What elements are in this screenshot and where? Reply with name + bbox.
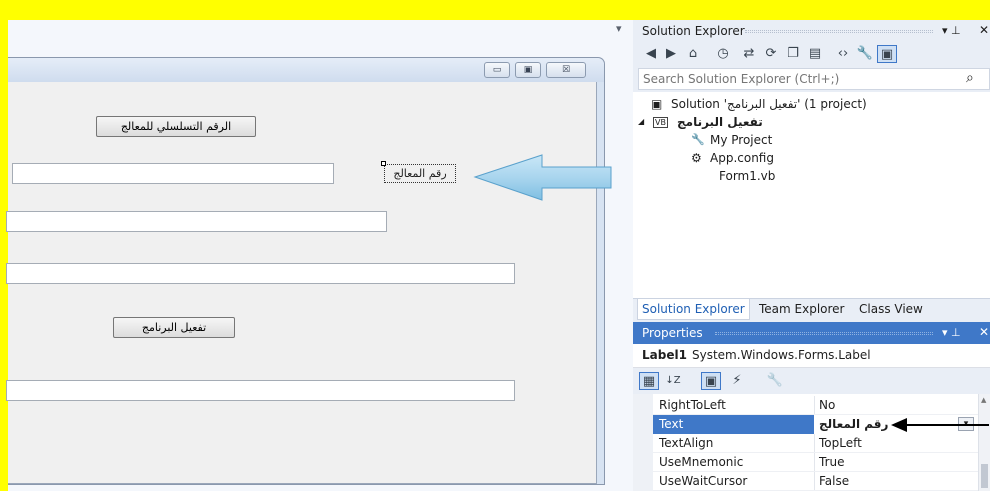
solution-explorer-title: Solution Explorer [642, 24, 745, 38]
property-value: رقم المعالج [819, 417, 889, 431]
property-pages-icon[interactable]: 🔧 [765, 372, 785, 390]
tree-node-label: My Project [710, 133, 773, 147]
form-designer-surface: ▾ ▭ ▣ ☒ الرقم التسلسلي للمعالج رقم المعا… [6, 20, 633, 491]
properties-titlebar: Properties ▾ ⊥ ✕ [633, 322, 990, 344]
property-row[interactable]: UseMnemonic True [633, 453, 978, 472]
events-icon[interactable]: ⚡ [727, 372, 747, 390]
textbox-4[interactable] [6, 380, 515, 401]
designer-tab-strip: ▾ [8, 20, 633, 40]
object-name: Label1 [642, 348, 687, 362]
refresh-icon[interactable]: ⟳ [761, 45, 781, 63]
tab-solution-explorer[interactable]: Solution Explorer [637, 299, 750, 320]
solution-explorer-titlebar: Solution Explorer ▾ ⊥ ✕ [633, 20, 990, 42]
serial-number-button[interactable]: الرقم التسلسلي للمعالج [96, 116, 256, 137]
config-file-icon: ⚙ [691, 151, 702, 165]
maximize-button[interactable]: ▣ [515, 62, 541, 78]
form1-client-area: الرقم التسلسلي للمعالج رقم المعالج تفعيل… [6, 82, 597, 484]
pin-icon[interactable]: ▾ ⊥ [942, 24, 961, 37]
tab-team-explorer[interactable]: Team Explorer [755, 299, 849, 320]
property-value: No [819, 398, 836, 412]
wrench-icon: 🔧 [691, 133, 705, 146]
annotation-arrow-large [473, 154, 612, 201]
solution-explorer-toolbar: ◀ ▶ ⌂ ◷ ⇄ ⟳ ❐ ▤ ‹› 🔧 ▣ [633, 42, 990, 66]
textbox-3[interactable] [6, 263, 515, 284]
explorer-tab-strip: Solution Explorer Team Explorer Class Vi… [633, 298, 990, 320]
view-designer-icon[interactable]: ▣ [877, 45, 897, 63]
property-name: Text [659, 417, 684, 431]
selection-handle[interactable] [381, 161, 386, 166]
view-code-icon[interactable]: ‹› [833, 45, 853, 63]
search-icon[interactable]: ⌕ [966, 70, 974, 86]
property-name: UseWaitCursor [659, 474, 748, 488]
pin-icon[interactable]: ▾ ⊥ [942, 326, 961, 339]
forward-icon[interactable]: ▶ [661, 45, 681, 63]
tree-node-label: App.config [710, 151, 774, 165]
solution-explorer-tree: ▣ Solution 'تفعيل البرنامج' (1 project) … [633, 92, 990, 298]
title-grip [715, 332, 933, 335]
search-input[interactable] [641, 70, 961, 88]
textbox-2[interactable] [6, 211, 387, 232]
show-all-files-icon[interactable]: ▤ [805, 45, 825, 63]
tab-dropdown-icon[interactable]: ▾ [616, 22, 622, 35]
sync-icon[interactable]: ⇄ [739, 45, 759, 63]
form1-caption-bar: ▭ ▣ ☒ [8, 58, 604, 82]
close-icon[interactable]: ✕ [979, 325, 989, 339]
object-type: System.Windows.Forms.Label [692, 348, 871, 362]
property-name: RightToLeft [659, 398, 726, 412]
maximize-icon: ▣ [523, 65, 533, 75]
tree-node-label: Form1.vb [719, 169, 776, 183]
activate-program-button[interactable]: تفعيل البرنامج [113, 317, 235, 338]
property-value: TopLeft [819, 436, 862, 450]
properties-toolbar: ▦ ↓Z ▣ ⚡ 🔧 [633, 368, 990, 394]
close-icon[interactable]: ✕ [979, 23, 989, 37]
close-button[interactable]: ☒ [546, 62, 586, 78]
title-grip [745, 30, 933, 33]
properties-scrollbar[interactable]: ▲ [978, 394, 990, 491]
property-row[interactable]: RightToLeft No [633, 396, 978, 415]
vb-project-icon: VB [653, 117, 668, 128]
property-value: True [819, 455, 845, 469]
property-name: UseMnemonic [659, 455, 744, 469]
scroll-up-icon[interactable]: ▲ [981, 396, 986, 404]
processor-number-textbox[interactable] [12, 163, 334, 184]
properties-title: Properties [642, 326, 703, 340]
processor-number-label[interactable]: رقم المعالج [384, 164, 456, 183]
properties-grid: RightToLeft No Text رقم المعالج ▾ TextAl… [633, 394, 990, 491]
expander-icon[interactable]: ◢ [638, 113, 644, 131]
annotation-arrow-small [891, 418, 989, 432]
back-icon[interactable]: ◀ [641, 45, 661, 63]
solution-explorer-search[interactable]: ⌕ [638, 68, 990, 90]
property-value: False [819, 474, 850, 488]
categorized-icon[interactable]: ▦ [639, 372, 659, 390]
tree-node-label: تفعيل البرنامج [677, 115, 763, 129]
properties-object-selector[interactable]: Label1 System.Windows.Forms.Label [633, 344, 990, 368]
minimize-button[interactable]: ▭ [484, 62, 510, 78]
scrollbar-thumb[interactable] [981, 464, 988, 488]
property-name: TextAlign [659, 436, 714, 450]
form1-window[interactable]: ▭ ▣ ☒ الرقم التسلسلي للمعالج رقم المعالج… [6, 57, 605, 485]
minimize-icon: ▭ [492, 65, 502, 75]
tab-class-view[interactable]: Class View [855, 299, 927, 320]
properties-wrench-icon[interactable]: 🔧 [855, 45, 875, 63]
solution-icon: ▣ [651, 97, 663, 111]
close-icon: ☒ [561, 65, 571, 75]
alphabetical-icon[interactable]: ↓Z [663, 372, 683, 390]
home-icon[interactable]: ⌂ [683, 45, 703, 63]
collapse-all-icon[interactable]: ❐ [783, 45, 803, 63]
property-row[interactable]: UseWaitCursor False [633, 472, 978, 491]
tree-node-label: Solution 'تفعيل البرنامج' (1 project) [671, 97, 867, 111]
pending-changes-icon[interactable]: ◷ [713, 45, 733, 63]
properties-icon[interactable]: ▣ [701, 372, 721, 390]
